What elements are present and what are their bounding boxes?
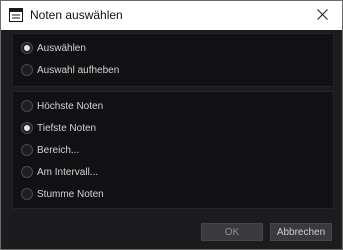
radio-label: Bereich... [37,144,80,156]
dialog-footer: OK Abbrechen [1,214,342,249]
radio-select[interactable]: Auswählen [21,39,86,57]
radio-lowest-notes[interactable]: Tiefste Noten [21,119,96,137]
radio-button[interactable] [21,64,33,76]
selection-mode-group: Auswählen Auswahl aufheben [12,33,334,87]
app-window-icon [9,8,23,22]
radio-button[interactable] [21,188,33,200]
radio-button[interactable] [21,42,33,54]
radio-button[interactable] [21,144,33,156]
radio-label: Höchste Noten [37,100,104,112]
dialog-title: Noten auswählen [30,8,123,22]
close-icon [316,7,328,25]
radio-label: Stumme Noten [37,188,104,200]
radio-label: Auswahl aufheben [37,64,120,76]
radio-at-interval[interactable]: Am Intervall... [21,163,98,181]
radio-label: Am Intervall... [37,166,99,178]
radio-label: Auswählen [37,42,86,54]
radio-button[interactable] [21,100,33,112]
radio-highest-notes[interactable]: Höchste Noten [21,97,103,115]
close-button[interactable] [302,1,342,30]
ok-button[interactable]: OK [201,223,263,241]
radio-deselect[interactable]: Auswahl aufheben [21,61,119,79]
cancel-button[interactable]: Abbrechen [270,223,332,241]
note-select-dialog: Noten auswählen Auswählen Auswahl aufheb… [0,0,343,250]
note-type-group: Höchste Noten Tiefste Noten Bereich... A… [12,91,334,209]
radio-range[interactable]: Bereich... [21,141,79,159]
radio-label: Tiefste Noten [37,122,97,134]
radio-button[interactable] [21,166,33,178]
radio-button[interactable] [21,122,33,134]
radio-muted-notes[interactable]: Stumme Noten [21,185,104,203]
title-bar: Noten auswählen [1,1,342,30]
